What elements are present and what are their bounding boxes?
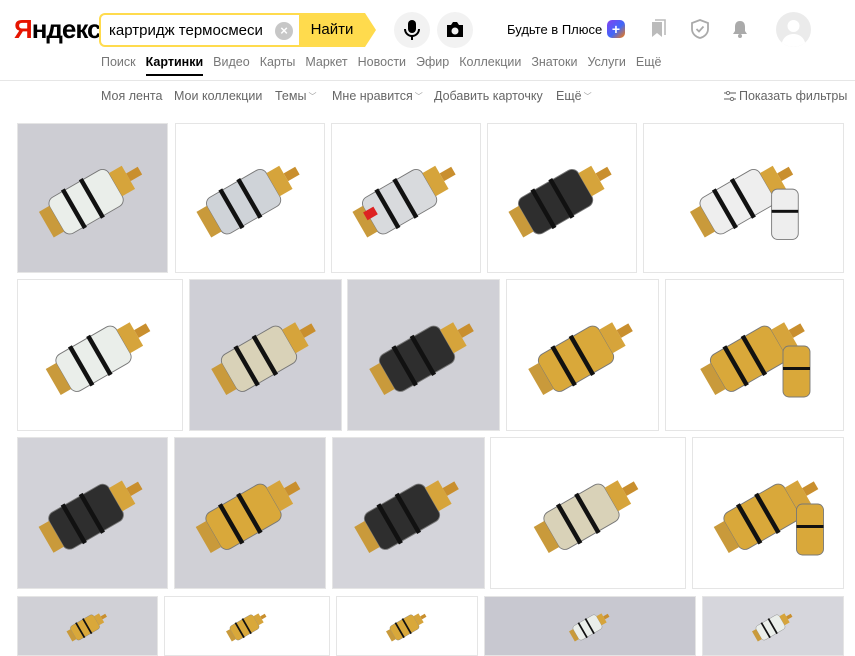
filters-sliders-icon xyxy=(724,90,736,102)
chevron-down-icon: ﹀ xyxy=(583,92,592,101)
image-result-tile[interactable] xyxy=(347,279,500,431)
service-tab-7[interactable]: Коллекции xyxy=(459,55,521,69)
image-result-tile[interactable] xyxy=(17,123,168,273)
service-tab-5[interactable]: Новости xyxy=(358,55,406,69)
cartridge-photo xyxy=(211,322,316,395)
voice-search-button[interactable] xyxy=(394,12,430,48)
services-nav: Поиск Картинки Видео Карты Маркет Новости Эфир… xyxy=(101,55,671,76)
notifications-bell-icon[interactable] xyxy=(729,18,751,40)
images-subnav: Моя лента Мои коллекции Темы ﹀ Мне нравит… xyxy=(0,89,855,107)
image-search-button[interactable] xyxy=(437,12,473,48)
image-result-tile[interactable] xyxy=(331,123,481,273)
cartridge-photo xyxy=(569,613,610,642)
image-result-tile[interactable] xyxy=(17,437,168,589)
chevron-down-icon: ﹀ xyxy=(414,92,423,101)
service-tab-3[interactable]: Карты xyxy=(260,55,296,69)
cartridge-photo xyxy=(66,613,107,642)
search-box: × xyxy=(99,13,301,47)
service-tab-9[interactable]: Услуги xyxy=(587,55,625,69)
service-tab-6[interactable]: Эфир xyxy=(416,55,449,69)
image-result-tile[interactable] xyxy=(164,596,330,656)
cartridge-photo xyxy=(45,322,151,395)
image-result-tile[interactable] xyxy=(490,437,686,589)
my-feed-link[interactable]: Моя лента xyxy=(101,89,162,103)
cartridge-photo xyxy=(195,480,301,553)
image-result-tile[interactable] xyxy=(336,596,478,656)
liked-dropdown[interactable]: Мне нравится ﹀ xyxy=(332,89,423,103)
service-tab-0[interactable]: Поиск xyxy=(101,55,136,69)
service-tab-2[interactable]: Видео xyxy=(213,55,250,69)
cartridge-photo xyxy=(354,480,459,553)
cartridge-photo xyxy=(226,613,267,642)
cartridge-photo xyxy=(713,480,824,556)
my-collections-link[interactable]: Мои коллекции xyxy=(174,89,262,103)
service-tab-8[interactable]: Знатоки xyxy=(531,55,577,69)
cartridge-photo xyxy=(700,322,811,398)
cartridge-photo xyxy=(38,165,143,238)
themes-label: Темы xyxy=(275,89,307,103)
logo-first-letter: Я xyxy=(14,14,33,44)
shield-icon[interactable] xyxy=(689,18,711,40)
image-result-tile[interactable] xyxy=(506,279,659,431)
themes-dropdown[interactable]: Темы ﹀ xyxy=(275,89,316,103)
yandex-logo[interactable]: Яндекс xyxy=(14,14,101,45)
service-tab-10[interactable]: Ещё xyxy=(636,55,662,69)
cartridge-photo xyxy=(508,165,612,238)
service-tab-4[interactable]: Маркет xyxy=(305,55,347,69)
image-result-tile[interactable] xyxy=(189,279,342,431)
cartridge-photo xyxy=(752,613,793,642)
image-result-tile[interactable] xyxy=(17,596,158,656)
cartridge-photo xyxy=(38,480,143,553)
liked-label: Мне нравится xyxy=(332,89,413,103)
show-filters-button[interactable]: Показать фильтры xyxy=(724,89,847,103)
camera-icon xyxy=(447,22,463,37)
search-input[interactable] xyxy=(109,20,264,40)
image-result-tile[interactable] xyxy=(692,437,844,589)
cartridge-photo xyxy=(196,165,300,238)
image-result-tile[interactable] xyxy=(175,123,325,273)
image-result-tile[interactable] xyxy=(174,437,326,589)
search-button-arrow xyxy=(365,13,376,47)
search-form: × Найти xyxy=(99,13,377,47)
user-avatar[interactable] xyxy=(776,12,811,47)
cartridge-photo xyxy=(689,165,799,240)
cartridge-photo xyxy=(352,165,456,238)
image-result-tile[interactable] xyxy=(487,123,637,273)
plus-promo-link[interactable]: Будьте в Плюсе xyxy=(507,22,602,37)
service-tab-1[interactable]: Картинки xyxy=(145,55,204,76)
collections-bookmark-icon[interactable] xyxy=(647,18,669,40)
logo-rest: ндекс xyxy=(31,14,102,44)
user-silhouette-icon xyxy=(781,20,806,47)
header: Яндекс × Найти Будьте в Плюсе + xyxy=(0,0,855,81)
microphone-icon xyxy=(404,20,420,40)
image-result-tile[interactable] xyxy=(17,279,183,431)
image-result-tile[interactable] xyxy=(643,123,844,273)
image-result-tile[interactable] xyxy=(702,596,844,656)
image-result-tile[interactable] xyxy=(332,437,485,589)
more-label: Ещё xyxy=(556,89,582,103)
image-result-tile[interactable] xyxy=(484,596,696,656)
cartridge-photo xyxy=(528,322,633,395)
search-button[interactable]: Найти xyxy=(299,13,365,47)
more-dropdown[interactable]: Ещё ﹀ xyxy=(556,89,592,103)
plus-badge-icon[interactable]: + xyxy=(607,20,625,38)
cartridge-photo xyxy=(369,322,474,395)
cartridge-photo xyxy=(386,613,427,642)
show-filters-label: Показать фильтры xyxy=(739,89,848,103)
chevron-down-icon: ﹀ xyxy=(308,92,317,101)
clear-icon[interactable]: × xyxy=(275,22,293,40)
image-result-tile[interactable] xyxy=(665,279,844,431)
cartridge-photo xyxy=(533,480,639,553)
add-card-link[interactable]: Добавить карточку xyxy=(434,89,543,103)
